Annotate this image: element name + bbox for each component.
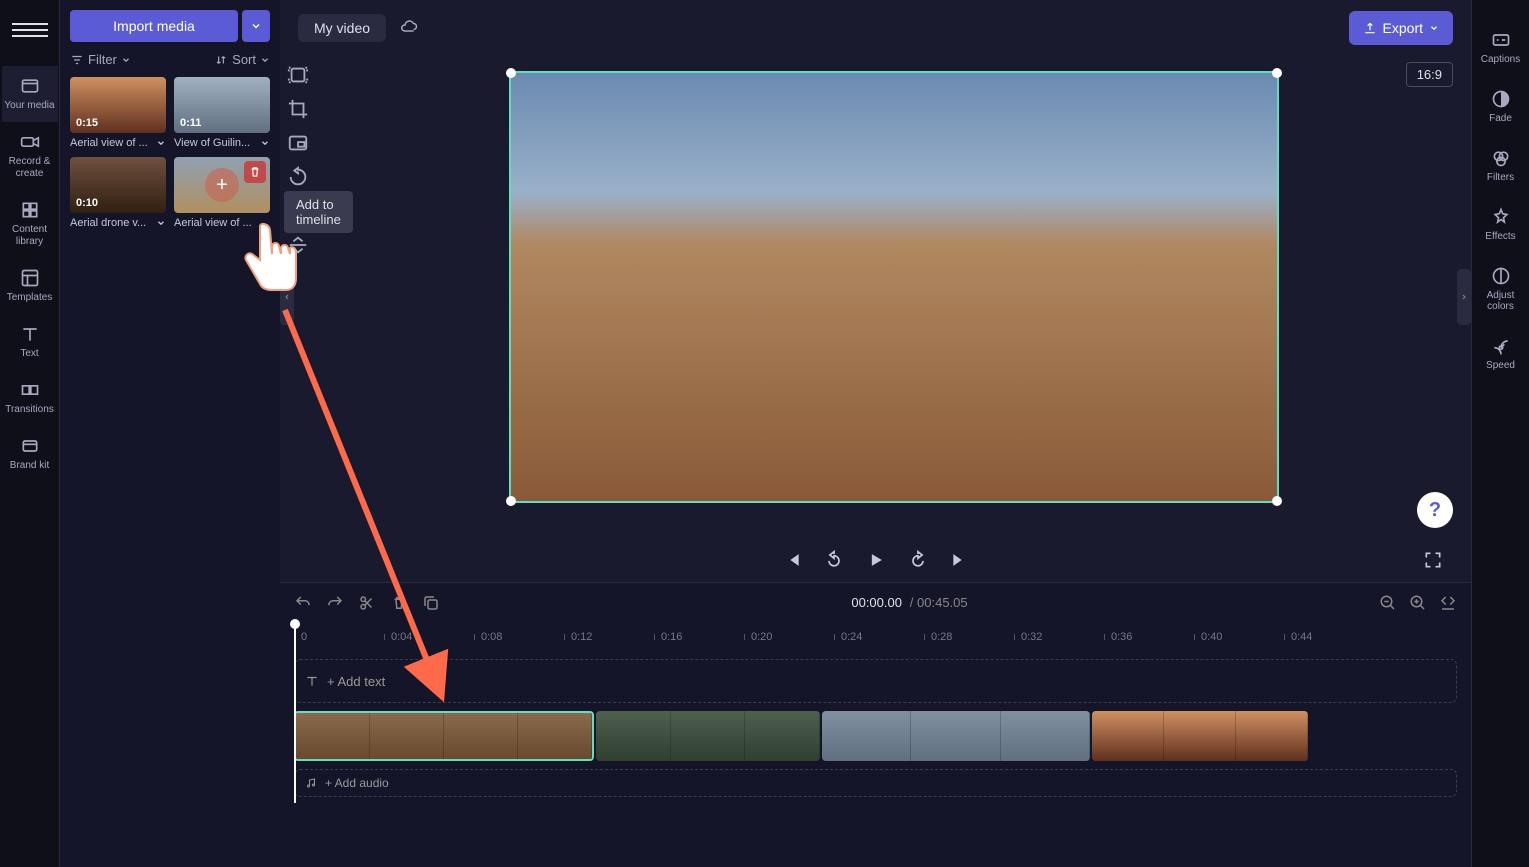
cursor-annotation [238,218,308,298]
trash-icon [248,165,262,179]
play-icon[interactable] [866,550,886,570]
add-audio-track[interactable]: + Add audio [294,769,1457,797]
collapse-right-button[interactable] [1457,269,1471,325]
right-item-filters[interactable]: Filters [1474,136,1528,195]
resize-handle[interactable] [506,68,516,78]
zoom-out-icon[interactable] [1379,594,1397,612]
sidebar-label: Brand kit [10,460,49,472]
fullscreen-icon[interactable] [1423,550,1443,570]
media-item[interactable]: 0:15 Aerial view of ... [70,77,166,149]
templates-icon [20,268,40,288]
sidebar-label: Record & create [2,156,58,180]
rewind-icon[interactable] [824,550,844,570]
adjust-icon [1491,266,1511,286]
sidebar-label: Text [20,348,38,360]
sidebar-item-content-library[interactable]: Content library [2,190,58,258]
chevron-down-icon [1429,23,1439,33]
rotate-icon[interactable] [287,166,309,188]
sidebar-item-transitions[interactable]: Transitions [2,370,58,426]
sidebar-item-text[interactable]: Text [2,314,58,370]
chevron-down-icon [250,20,262,32]
brand-icon [20,436,40,456]
filter-icon [70,53,84,67]
right-item-speed[interactable]: Speed [1474,324,1528,383]
media-icon [20,76,40,96]
right-item-fade[interactable]: Fade [1474,77,1528,136]
sidebar-item-record[interactable]: Record & create [2,122,58,190]
project-title[interactable]: My video [298,14,386,42]
sort-button[interactable]: Sort [214,52,270,67]
chevron-down-icon [260,55,270,65]
chevron-down-icon [260,138,270,148]
sidebar-label: Content library [2,224,58,248]
upload-icon [1363,21,1377,35]
video-clip[interactable] [596,711,820,761]
menu-icon[interactable] [12,12,48,48]
library-icon [20,200,40,220]
add-to-timeline-button[interactable]: + [205,168,239,202]
sidebar-label: Transitions [5,404,54,416]
chevron-right-icon [1460,290,1468,304]
add-text-track[interactable]: + Add text [294,659,1457,703]
media-item[interactable]: 0:10 Aerial drone v... [70,157,166,229]
delete-media-button[interactable] [244,161,266,183]
timeline-timecode: 00:00.00 / 00:45.05 [454,595,1365,611]
left-sidebar: Your media Record & create Content libra… [0,0,60,867]
pip-icon[interactable] [287,132,309,154]
filters-icon [1491,148,1511,168]
resize-handle[interactable] [506,496,516,506]
help-button[interactable]: ? [1417,492,1453,528]
fit-icon[interactable] [287,64,309,86]
captions-icon [1491,30,1511,50]
filter-button[interactable]: Filter [70,52,131,67]
chevron-down-icon [121,55,131,65]
cloud-sync-icon[interactable] [400,19,418,37]
sort-icon [214,53,228,67]
sidebar-item-templates[interactable]: Templates [2,258,58,314]
sidebar-label: Your media [4,100,54,112]
sidebar-label: Templates [7,292,53,304]
zoom-in-icon[interactable] [1409,594,1427,612]
import-media-button[interactable]: Import media [70,10,238,42]
sidebar-item-brand-kit[interactable]: Brand kit [2,426,58,482]
skip-forward-icon[interactable] [950,550,970,570]
forward-icon[interactable] [908,550,928,570]
resize-handle[interactable] [1272,496,1282,506]
video-clip[interactable] [822,711,1090,761]
right-item-adjust-colors[interactable]: Adjust colors [1474,254,1528,324]
fit-timeline-icon[interactable] [1439,594,1457,612]
video-clip[interactable] [1092,711,1308,761]
media-panel: Import media Filter Sort 0:15 Aerial vie… [60,0,280,867]
resize-handle[interactable] [1272,68,1282,78]
right-sidebar: Captions Fade Filters Effects Adjust col… [1471,0,1529,867]
transitions-icon [20,380,40,400]
camera-icon [20,132,40,152]
import-dropdown-button[interactable] [242,10,270,42]
effects-icon [1491,207,1511,227]
top-bar: My video Export [280,0,1471,56]
music-icon [305,777,317,789]
media-item[interactable]: 0:11 View of Guilin... [174,77,270,149]
video-track[interactable] [294,711,1457,761]
skip-back-icon[interactable] [782,550,802,570]
text-icon [20,324,40,344]
crop-icon[interactable] [287,98,309,120]
chevron-down-icon [156,218,166,228]
export-button[interactable]: Export [1349,11,1453,45]
sidebar-item-your-media[interactable]: Your media [2,66,58,122]
right-item-effects[interactable]: Effects [1474,195,1528,254]
preview-canvas[interactable] [509,71,1279,503]
arrow-annotation [265,290,465,710]
speed-icon [1491,336,1511,356]
video-clip[interactable] [294,711,594,761]
right-item-captions[interactable]: Captions [1474,18,1528,77]
aspect-ratio-button[interactable]: 16:9 [1406,62,1453,87]
chevron-down-icon [156,138,166,148]
fade-icon [1491,89,1511,109]
